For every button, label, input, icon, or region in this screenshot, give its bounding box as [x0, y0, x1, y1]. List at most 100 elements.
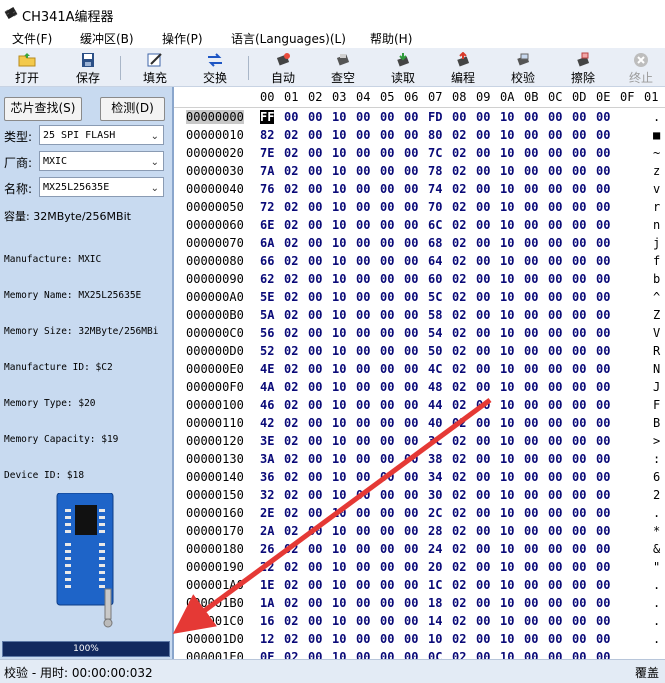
- hex-byte[interactable]: 00: [380, 614, 394, 628]
- hex-byte[interactable]: 02: [284, 200, 298, 214]
- hex-byte[interactable]: 00: [404, 128, 418, 142]
- hex-byte[interactable]: 10: [500, 506, 514, 520]
- hex-byte[interactable]: 00: [572, 344, 586, 358]
- hex-byte[interactable]: 02: [284, 578, 298, 592]
- hex-byte[interactable]: 00: [524, 416, 538, 430]
- hex-byte[interactable]: 00: [476, 200, 490, 214]
- hex-byte[interactable]: 10: [500, 578, 514, 592]
- hex-byte[interactable]: 10: [500, 362, 514, 376]
- hex-byte[interactable]: 02: [452, 398, 466, 412]
- hex-byte[interactable]: 00: [572, 452, 586, 466]
- hex-byte[interactable]: 00: [572, 632, 586, 646]
- hex-byte[interactable]: 00: [404, 326, 418, 340]
- hex-byte[interactable]: 00: [476, 308, 490, 322]
- hex-row[interactable]: 00000030 7A 02 00 10 00 00 00 78 02 00 10 00 00 00 00 z: [174, 162, 665, 180]
- hex-byte[interactable]: 00: [356, 218, 370, 232]
- hex-byte[interactable]: 00: [308, 416, 322, 430]
- hex-byte[interactable]: 00: [572, 308, 586, 322]
- hex-byte[interactable]: 00: [572, 524, 586, 538]
- hex-byte[interactable]: 00: [356, 164, 370, 178]
- menu-help[interactable]: 帮助(H): [370, 30, 412, 47]
- hex-byte[interactable]: 00: [404, 470, 418, 484]
- hex-byte[interactable]: 00: [596, 398, 610, 412]
- hex-byte[interactable]: 00: [548, 254, 562, 268]
- hex-byte[interactable]: 02: [452, 470, 466, 484]
- hex-byte[interactable]: 10: [332, 506, 346, 520]
- hex-row[interactable]: 000000F0 4A 02 00 10 00 00 00 48 02 00 10 00 00 00 00 J: [174, 378, 665, 396]
- hex-byte[interactable]: 00: [308, 164, 322, 178]
- hex-byte[interactable]: 10: [332, 470, 346, 484]
- hex-byte[interactable]: 6E: [260, 218, 274, 232]
- hex-byte[interactable]: 00: [596, 200, 610, 214]
- hex-byte[interactable]: 00: [380, 470, 394, 484]
- hex-byte[interactable]: 00: [476, 488, 490, 502]
- hex-byte[interactable]: 52: [260, 344, 274, 358]
- hex-byte[interactable]: 00: [524, 452, 538, 466]
- hex-byte[interactable]: 10: [332, 596, 346, 610]
- hex-byte[interactable]: 00: [524, 596, 538, 610]
- stop-button[interactable]: 终止: [614, 50, 665, 85]
- hex-byte[interactable]: 00: [572, 218, 586, 232]
- hex-byte[interactable]: 00: [380, 416, 394, 430]
- hex-byte[interactable]: 7A: [260, 164, 274, 178]
- hex-byte[interactable]: 00: [380, 200, 394, 214]
- hex-byte[interactable]: 56: [260, 326, 274, 340]
- hex-byte[interactable]: 02: [284, 488, 298, 502]
- hex-byte[interactable]: 02: [284, 560, 298, 574]
- hex-byte[interactable]: 02: [284, 614, 298, 628]
- hex-byte[interactable]: 00: [476, 128, 490, 142]
- hex-byte[interactable]: 00: [572, 542, 586, 556]
- hex-byte[interactable]: 00: [476, 650, 490, 659]
- menu-buffer[interactable]: 缓冲区(B): [80, 30, 134, 47]
- hex-byte[interactable]: 00: [380, 236, 394, 250]
- hex-row[interactable]: 000001D0 12 02 00 10 00 00 00 10 02 00 10 00 00 00 00.: [174, 630, 665, 648]
- hex-byte[interactable]: 00: [476, 362, 490, 376]
- hex-byte[interactable]: 00: [356, 308, 370, 322]
- hex-byte[interactable]: 00: [404, 452, 418, 466]
- hex-byte[interactable]: 10: [500, 542, 514, 556]
- hex-byte[interactable]: 00: [548, 200, 562, 214]
- hex-byte[interactable]: 00: [524, 182, 538, 196]
- hex-byte[interactable]: 00: [356, 470, 370, 484]
- hex-byte[interactable]: 02: [284, 218, 298, 232]
- hex-byte[interactable]: 30: [428, 488, 442, 502]
- hex-byte[interactable]: 00: [524, 128, 538, 142]
- hex-byte[interactable]: 4C: [428, 362, 442, 376]
- hex-byte[interactable]: 10: [332, 128, 346, 142]
- hex-byte[interactable]: 10: [500, 632, 514, 646]
- swap-button[interactable]: 交换: [188, 50, 242, 85]
- hex-byte[interactable]: 3E: [260, 434, 274, 448]
- hex-byte[interactable]: 10: [500, 470, 514, 484]
- hex-byte[interactable]: 10: [500, 488, 514, 502]
- hex-byte[interactable]: 00: [356, 434, 370, 448]
- hex-byte[interactable]: 02: [452, 524, 466, 538]
- hex-byte[interactable]: 4E: [260, 362, 274, 376]
- hex-byte[interactable]: FF: [260, 110, 275, 124]
- hex-byte[interactable]: 10: [332, 110, 346, 124]
- hex-byte[interactable]: 02: [284, 542, 298, 556]
- hex-byte[interactable]: 02: [452, 290, 466, 304]
- hex-byte[interactable]: 10: [332, 434, 346, 448]
- hex-byte[interactable]: 00: [596, 380, 610, 394]
- hex-byte[interactable]: 00: [380, 308, 394, 322]
- hex-byte[interactable]: 00: [308, 632, 322, 646]
- hex-byte[interactable]: 00: [548, 290, 562, 304]
- hex-byte[interactable]: 02: [452, 182, 466, 196]
- hex-byte[interactable]: 00: [572, 164, 586, 178]
- hex-row[interactable]: 00000050 72 02 00 10 00 00 00 70 02 00 10 00 00 00 00 r: [174, 198, 665, 216]
- hex-byte[interactable]: 00: [572, 326, 586, 340]
- hex-byte[interactable]: 20: [428, 560, 442, 574]
- name-select[interactable]: MX25L25635E ⌄: [39, 177, 164, 197]
- hex-byte[interactable]: 00: [548, 542, 562, 556]
- hex-byte[interactable]: 00: [380, 326, 394, 340]
- hex-byte[interactable]: 00: [476, 542, 490, 556]
- hex-byte[interactable]: 00: [476, 596, 490, 610]
- hex-byte[interactable]: 3A: [260, 452, 274, 466]
- hex-byte[interactable]: 00: [404, 344, 418, 358]
- hex-byte[interactable]: 00: [380, 362, 394, 376]
- hex-byte[interactable]: 02: [284, 236, 298, 250]
- hex-row[interactable]: 00000170 2A 02 00 10 00 00 00 28 02 00 10 00 00 00 00 *: [174, 522, 665, 540]
- hex-byte[interactable]: 10: [500, 164, 514, 178]
- hex-byte[interactable]: 00: [356, 578, 370, 592]
- hex-byte[interactable]: 00: [548, 308, 562, 322]
